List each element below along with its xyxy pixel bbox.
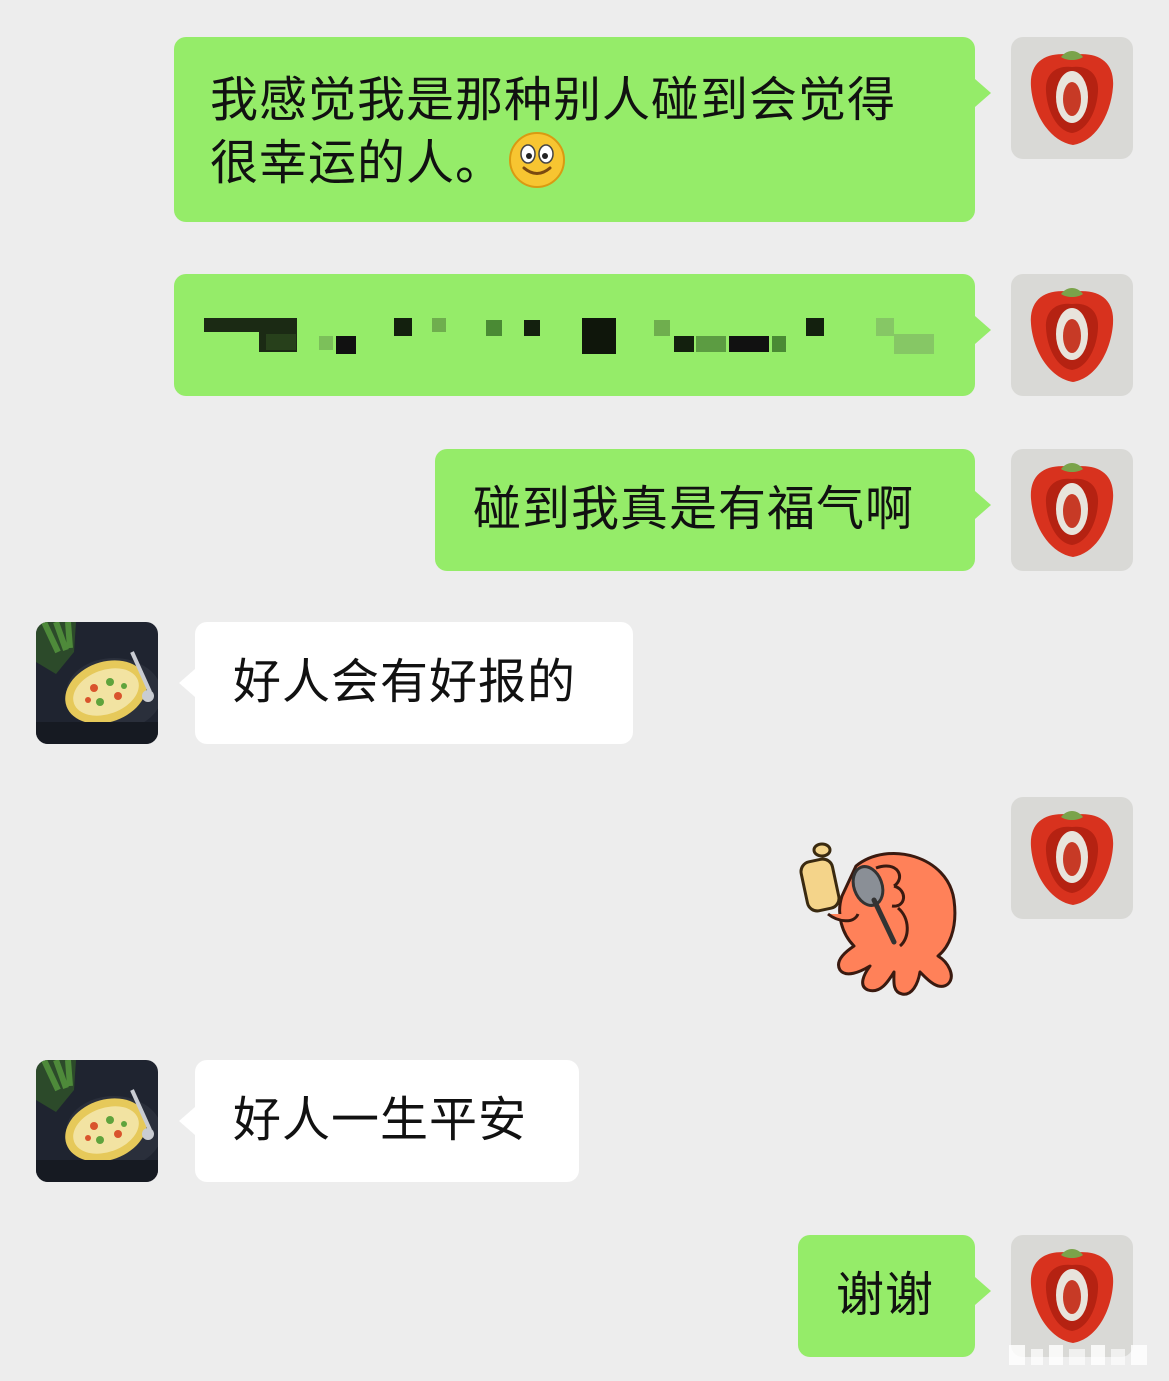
- my-avatar[interactable]: [1011, 449, 1133, 571]
- watermark-icon: [1009, 1345, 1147, 1365]
- contact-avatar[interactable]: [36, 1060, 158, 1182]
- received-message-bubble[interactable]: 好人一生平安: [179, 1060, 579, 1182]
- pineapple-rice-avatar-icon: [36, 1060, 158, 1182]
- pixelated-redacted-text: [204, 318, 934, 354]
- sent-message-bubble[interactable]: 我感觉我是那种别人碰到会觉得很幸运的人。: [174, 37, 991, 222]
- message-text: 好人一生平安: [233, 1092, 528, 1148]
- smiley-face-icon: [509, 132, 566, 188]
- my-avatar[interactable]: [1011, 797, 1133, 919]
- sent-message-bubble-redacted[interactable]: [174, 274, 991, 396]
- octopus-eating-sticker[interactable]: [798, 838, 963, 1003]
- my-avatar[interactable]: [1011, 1235, 1133, 1357]
- pineapple-rice-avatar-icon: [36, 622, 158, 744]
- message-text: 好人会有好报的: [233, 654, 577, 710]
- bell-pepper-avatar-icon: [1011, 274, 1133, 396]
- bell-pepper-avatar-icon: [1011, 449, 1133, 571]
- sent-message-bubble[interactable]: 碰到我真是有福气啊: [435, 449, 991, 571]
- bell-pepper-avatar-icon: [1011, 797, 1133, 919]
- sent-message-bubble[interactable]: 谢谢: [798, 1235, 991, 1357]
- contact-avatar[interactable]: [36, 622, 158, 744]
- my-avatar[interactable]: [1011, 37, 1133, 159]
- my-avatar[interactable]: [1011, 274, 1133, 396]
- received-message-bubble[interactable]: 好人会有好报的: [179, 622, 633, 744]
- message-text: 碰到我真是有福气啊: [473, 481, 915, 537]
- message-text: 谢谢: [836, 1267, 935, 1323]
- bell-pepper-avatar-icon: [1011, 37, 1133, 159]
- bell-pepper-avatar-icon: [1011, 1235, 1133, 1357]
